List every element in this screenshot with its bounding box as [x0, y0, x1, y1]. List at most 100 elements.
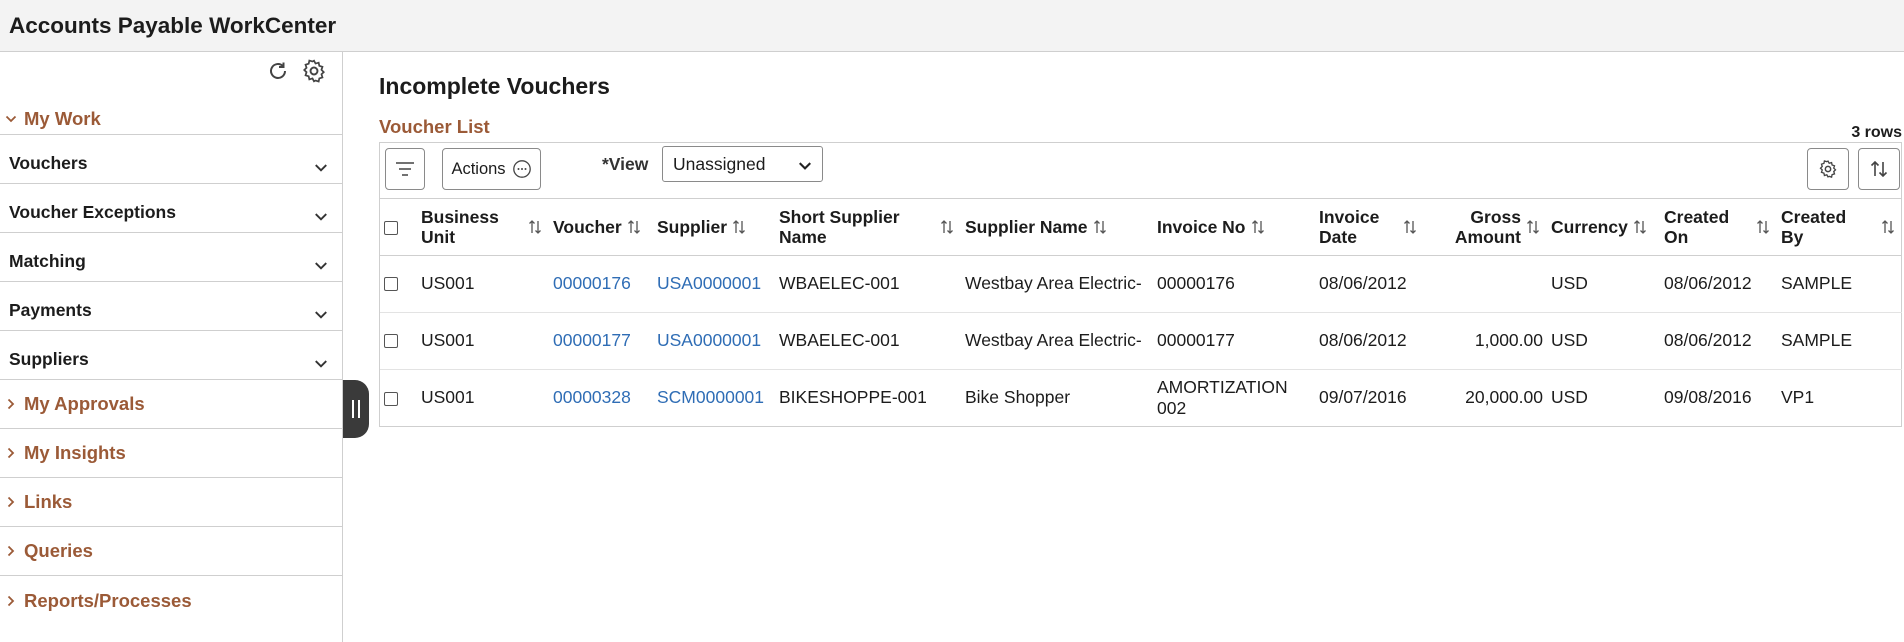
filter-button[interactable] — [385, 148, 425, 190]
voucher-grid: Actions *View Unassigned Business Unit V… — [379, 142, 1902, 427]
actions-label: Actions — [451, 159, 506, 178]
sidebar-item-label: Suppliers — [9, 349, 89, 369]
table-header-row: Business Unit Voucher Supplier Short Sup… — [380, 199, 1902, 256]
supplier-link[interactable]: SCM0000001 — [657, 387, 764, 407]
app-header: Accounts Payable WorkCenter — [0, 0, 1904, 52]
section-label: My Work — [24, 108, 101, 129]
cell-supplier-name: Westbay Area Electric- — [961, 255, 1153, 313]
cell-supplier-name: Bike Shopper — [965, 387, 1071, 408]
supplier-link[interactable]: USA0000001 — [657, 330, 761, 350]
row-count: 3 rows — [1851, 124, 1902, 141]
row-checkbox[interactable] — [384, 391, 398, 406]
sidebar-item-voucher-exceptions[interactable]: Voucher Exceptions — [0, 184, 342, 233]
section-reports-processes[interactable]: Reports/Processes — [0, 576, 342, 625]
chevron-down-icon — [315, 164, 327, 172]
sort-icon — [1870, 160, 1888, 178]
column-header-created-by[interactable]: Created By — [1777, 199, 1902, 256]
grid-title: Voucher List — [379, 116, 490, 137]
column-header-invoice-no[interactable]: Invoice No — [1153, 199, 1315, 256]
column-label: Gross Amount — [1454, 206, 1521, 247]
sidebar-item-matching[interactable]: Matching — [0, 233, 342, 282]
sort-icon — [1882, 219, 1894, 234]
column-header-gross-amount[interactable]: Gross Amount — [1424, 199, 1547, 256]
table-row: US001 00000176 USA0000001 WBAELEC-001 We… — [380, 255, 1902, 313]
sort-icon — [941, 219, 953, 234]
cell-voucher: 00000177 — [549, 312, 653, 370]
column-header-short-supplier-name[interactable]: Short Supplier Name — [775, 199, 961, 256]
cell-currency: USD — [1547, 312, 1660, 370]
column-header-invoice-date[interactable]: Invoice Date — [1315, 199, 1424, 256]
cell-created-on: 09/08/2016 — [1664, 387, 1752, 408]
cell-created-by: VP1 — [1781, 387, 1815, 408]
chevron-right-icon — [4, 594, 18, 608]
section-label: Reports/Processes — [24, 589, 192, 611]
view-label: *View — [602, 154, 649, 174]
select-all-checkbox[interactable] — [384, 221, 398, 236]
table-row: US001 00000328 SCM0000001 BIKESHOPPE-001… — [380, 369, 1902, 426]
section-links[interactable]: Links — [0, 478, 342, 527]
sidebar-tools — [0, 52, 342, 90]
section-my-approvals[interactable]: My Approvals — [0, 380, 342, 429]
chevron-right-icon — [4, 397, 18, 411]
row-select-cell — [380, 312, 417, 370]
chevron-right-icon — [4, 446, 18, 460]
row-checkbox[interactable] — [384, 334, 398, 349]
column-header-currency[interactable]: Currency — [1547, 199, 1660, 256]
main-content: Incomplete Vouchers Voucher List 3 rows … — [379, 52, 1904, 642]
column-header-business-unit[interactable]: Business Unit — [417, 199, 549, 256]
sidebar-item-vouchers[interactable]: Vouchers — [0, 135, 342, 184]
voucher-table: Business Unit Voucher Supplier Short Sup… — [380, 199, 1902, 426]
sort-icon — [627, 219, 640, 234]
refresh-icon[interactable] — [263, 56, 293, 86]
chevron-down-icon — [315, 360, 327, 368]
section-label: My Insights — [24, 442, 126, 463]
cell-invoice-no: 00000177 — [1153, 312, 1315, 370]
sidebar-item-payments[interactable]: Payments — [0, 282, 342, 331]
sort-icon — [1093, 219, 1106, 234]
cell-invoice-no: 00000176 — [1153, 255, 1315, 313]
cell-created-on: 08/06/2012 — [1660, 312, 1777, 370]
cell-created-by: SAMPLE — [1777, 312, 1902, 370]
column-header-supplier-name[interactable]: Supplier Name — [961, 199, 1153, 256]
section-queries[interactable]: Queries — [0, 527, 342, 576]
supplier-link[interactable]: USA0000001 — [657, 273, 761, 293]
section-my-insights[interactable]: My Insights — [0, 429, 342, 478]
page-title: Incomplete Vouchers — [379, 73, 610, 99]
column-header-supplier[interactable]: Supplier — [653, 199, 775, 256]
cell-gross-amount: 20,000.00 — [1465, 387, 1543, 408]
view-select[interactable]: Unassigned — [662, 146, 823, 182]
column-header-voucher[interactable]: Voucher — [549, 199, 653, 256]
sidebar-item-suppliers[interactable]: Suppliers — [0, 331, 342, 380]
view-select-value: Unassigned — [673, 153, 766, 174]
cell-supplier: USA0000001 — [653, 312, 775, 370]
section-my-work[interactable]: My Work — [0, 90, 342, 135]
column-header-created-on[interactable]: Created On — [1660, 199, 1777, 256]
sort-icon — [1757, 219, 1769, 234]
column-label: Business Unit — [421, 206, 499, 247]
row-select-cell — [380, 255, 417, 313]
sidebar-item-label: Vouchers — [9, 153, 88, 173]
filter-icon — [396, 162, 414, 176]
select-all-cell — [380, 199, 417, 256]
cell-created-by: SAMPLE — [1777, 255, 1902, 313]
row-checkbox[interactable] — [384, 277, 398, 292]
more-options-icon — [512, 160, 531, 178]
drag-handle-icon — [352, 400, 360, 418]
sort-icon — [529, 219, 541, 234]
actions-button[interactable]: Actions — [442, 148, 541, 190]
grid-sort-button[interactable] — [1858, 148, 1900, 190]
sidebar-collapse-handle[interactable] — [343, 380, 369, 438]
voucher-link[interactable]: 00000177 — [553, 330, 631, 350]
chevron-down-icon — [315, 262, 327, 270]
chevron-down-icon — [4, 112, 18, 126]
column-label: Created On — [1664, 206, 1730, 247]
cell-business-unit: US001 — [421, 387, 475, 408]
voucher-link[interactable]: 00000176 — [553, 273, 631, 293]
voucher-link[interactable]: 00000328 — [553, 387, 631, 407]
gear-icon[interactable] — [299, 56, 329, 86]
section-label: My Approvals — [24, 393, 145, 414]
grid-settings-button[interactable] — [1807, 148, 1849, 190]
workcenter-layout: My Work Vouchers Voucher Exceptions Matc… — [0, 52, 1904, 642]
gear-icon — [1819, 160, 1837, 178]
sort-icon — [1251, 219, 1264, 234]
